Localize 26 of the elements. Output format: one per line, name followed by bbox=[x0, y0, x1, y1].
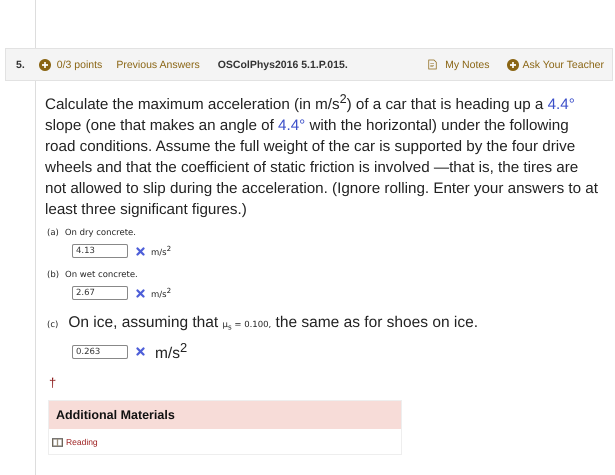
my-notes-link[interactable]: My Notes bbox=[445, 58, 490, 70]
plus-circle-icon bbox=[38, 58, 51, 70]
points-text: 0/3 points bbox=[56, 58, 102, 70]
answer-field[interactable]: 4.13 bbox=[72, 244, 128, 258]
panel-title: Additional Materials bbox=[56, 408, 175, 422]
plus-circle-icon bbox=[507, 58, 520, 70]
answer-field[interactable]: 2.67 bbox=[72, 286, 128, 300]
ask-teacher-link[interactable]: Ask Your Teacher bbox=[522, 58, 604, 70]
part-label: (c) bbox=[47, 320, 58, 330]
unit-label: m/s$^{2}$ bbox=[151, 244, 172, 258]
part-question: On wet concrete. bbox=[65, 270, 138, 280]
unit-label: m/s$^{2}$ bbox=[155, 340, 188, 364]
part-question: On ice, assuming that μ$_{s}$ = 0.100, the same as for shoes on ice. bbox=[68, 314, 478, 332]
question-text: Calculate the maximum acceleration (in m/s$^{2}$) of a car that is heading up a 4.4° slope (one that makes an angle of 4.4° with the horizontal) under the following road conditions. Assume the full weight of the car is supported by the four drive wheels and that the coefficient of static friction is involved —that is, the tires are not allowed to slip during the acceleration. (Ignore rolling. Enter your answers to at least three significant figures.) bbox=[45, 91, 599, 220]
part-label: (b) bbox=[47, 270, 60, 280]
previous-answers-link[interactable]: Previous Answers bbox=[116, 58, 200, 70]
reading-link[interactable]: Reading bbox=[66, 437, 98, 448]
answer-field[interactable]: 0.263 bbox=[72, 344, 128, 359]
unit-label: m/s$^{2}$ bbox=[151, 286, 172, 300]
dagger-mark: † bbox=[49, 375, 58, 390]
document-icon bbox=[428, 59, 438, 70]
book-icon bbox=[52, 438, 63, 447]
question-number: 5. bbox=[16, 58, 25, 70]
part-label: (a) bbox=[47, 228, 59, 238]
question-code: OSColPhys2016 5.1.P.015. bbox=[218, 58, 348, 70]
part-question: On dry concrete. bbox=[64, 228, 136, 238]
